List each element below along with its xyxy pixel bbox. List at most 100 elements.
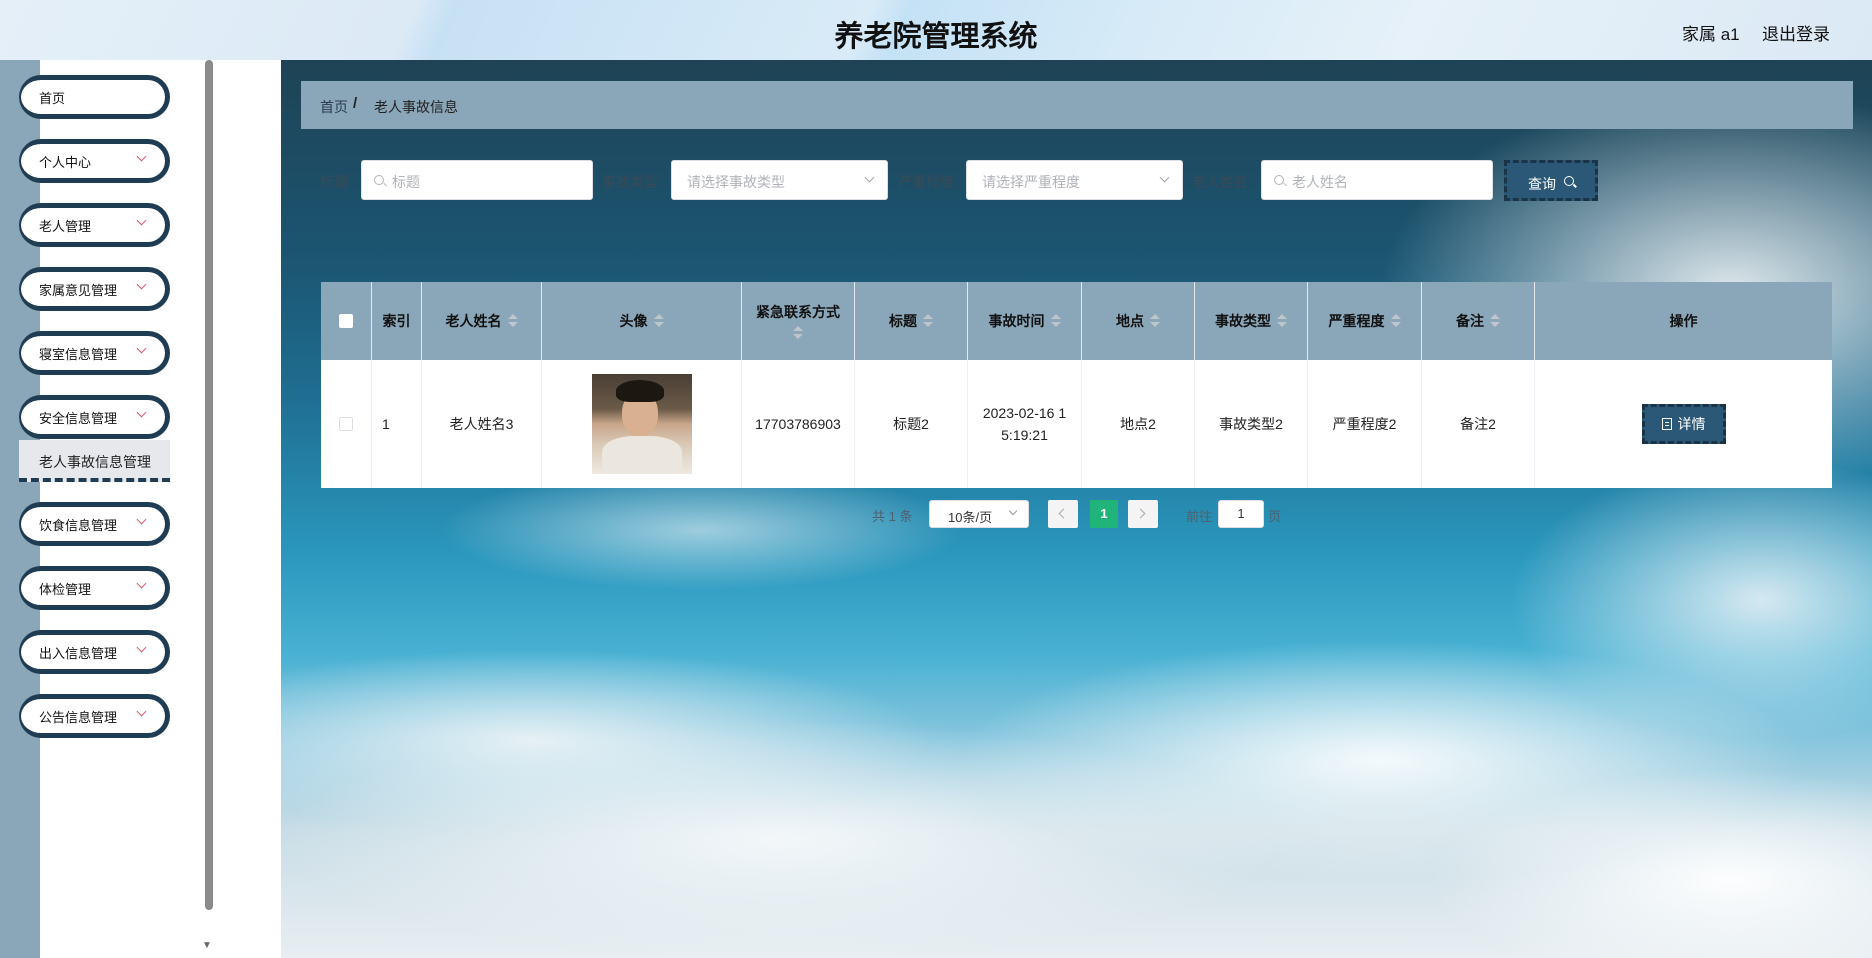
chevron-down-icon xyxy=(1008,506,1018,516)
search-icon xyxy=(374,175,384,185)
row-checkbox[interactable] xyxy=(339,417,353,431)
prev-page-button[interactable] xyxy=(1048,500,1078,528)
col-location[interactable]: 地点 xyxy=(1082,282,1195,360)
detail-button[interactable]: 详情 xyxy=(1641,404,1726,444)
sidebar-item-personal-center[interactable]: 个人中心 xyxy=(19,139,170,183)
col-type[interactable]: 事故类型 xyxy=(1195,282,1308,360)
logout-link[interactable]: 退出登录 xyxy=(1762,20,1830,45)
col-avatar[interactable]: 头像 xyxy=(542,282,742,360)
avatar[interactable] xyxy=(591,374,692,474)
col-severity[interactable]: 严重程度 xyxy=(1308,282,1422,360)
col-type-label: 事故类型 xyxy=(1215,313,1271,329)
sort-icon[interactable] xyxy=(923,314,933,328)
sidebar-item-diet-info[interactable]: 饮食信息管理 xyxy=(19,502,170,546)
sidebar-item-safety-info[interactable]: 安全信息管理 xyxy=(19,395,170,439)
sidebar-subitem-label: 老人事故信息管理 xyxy=(39,454,151,470)
breadcrumb-current: 老人事故信息 xyxy=(374,99,458,115)
title-search-input[interactable]: 标题 xyxy=(361,160,593,200)
cell-phone: 17703786903 xyxy=(742,360,855,488)
cell-time: 2023-02-16 15:19:21 xyxy=(968,360,1082,488)
col-remark[interactable]: 备注 xyxy=(1422,282,1535,360)
sidebar-item-checkup[interactable]: 体检管理 xyxy=(19,566,170,610)
chevron-down-icon xyxy=(136,642,147,653)
top-header: 养老院管理系统 家属 a1 退出登录 xyxy=(0,0,1872,60)
sort-icon[interactable] xyxy=(793,326,803,340)
cell-avatar xyxy=(542,360,742,488)
breadcrumb-separator: / xyxy=(353,95,358,112)
sidebar-item-label: 个人中心 xyxy=(39,154,92,170)
sidebar-item-label: 首页 xyxy=(39,90,66,106)
sidebar-item-label: 家属意见管理 xyxy=(39,282,118,298)
sidebar-subitem-accident-info[interactable]: 老人事故信息管理 xyxy=(19,440,170,482)
sidebar-scrollbar[interactable] xyxy=(205,60,213,910)
filter-name-label: 老人姓名 xyxy=(1192,174,1248,190)
scroll-down-icon[interactable]: ▼ xyxy=(202,940,212,951)
col-phone[interactable]: 紧急联系方式 xyxy=(742,282,855,360)
col-index: 索引 xyxy=(372,282,422,360)
select-all-checkbox[interactable] xyxy=(339,314,353,328)
severity-select[interactable]: 请选择严重程度 xyxy=(966,160,1183,200)
col-time[interactable]: 事故时间 xyxy=(968,282,1082,360)
col-avatar-label: 头像 xyxy=(619,313,648,329)
sidebar-item-label: 体检管理 xyxy=(39,581,92,597)
sidebar-item-family-feedback[interactable]: 家属意见管理 xyxy=(19,267,170,311)
col-title[interactable]: 标题 xyxy=(855,282,968,360)
sort-icon[interactable] xyxy=(653,314,664,328)
col-phone-label: 紧急联系方式 xyxy=(756,304,840,320)
sort-icon[interactable] xyxy=(1490,314,1500,328)
sidebar-item-notice-info[interactable]: 公告信息管理 xyxy=(19,694,170,738)
search-button-label: 查询 xyxy=(1528,176,1556,192)
sort-icon[interactable] xyxy=(1277,314,1287,328)
chevron-down-icon xyxy=(136,514,147,525)
name-input-placeholder: 老人姓名 xyxy=(1292,174,1348,190)
chevron-down-icon xyxy=(136,279,147,290)
sort-icon[interactable] xyxy=(1390,314,1401,328)
sidebar-item-home[interactable]: 首页 xyxy=(19,75,170,119)
filter-type-label: 事故类型 xyxy=(602,174,658,190)
cell-location: 地点2 xyxy=(1082,360,1195,488)
goto-page-input[interactable]: 1 xyxy=(1218,500,1264,528)
sidebar-item-label: 饮食信息管理 xyxy=(39,517,118,533)
goto-suffix: 页 xyxy=(1268,509,1282,524)
breadcrumb-home[interactable]: 首页 xyxy=(320,97,348,117)
pagination-total: 共 1 条 xyxy=(872,509,913,524)
sort-icon[interactable] xyxy=(1150,314,1160,328)
chevron-right-icon xyxy=(1135,508,1146,519)
chevron-down-icon xyxy=(136,407,147,418)
sidebar-item-label: 寝室信息管理 xyxy=(39,346,118,362)
col-remark-label: 备注 xyxy=(1456,313,1484,329)
col-time-label: 事故时间 xyxy=(988,313,1045,329)
page-size-select[interactable]: 10条/页 xyxy=(929,500,1029,528)
user-label: 家属 a1 xyxy=(1682,25,1740,44)
title-input-placeholder: 标题 xyxy=(392,174,420,190)
sort-icon[interactable] xyxy=(507,314,518,328)
page-number-active[interactable]: 1 xyxy=(1090,500,1118,528)
sort-icon[interactable] xyxy=(1050,314,1061,328)
next-page-button[interactable] xyxy=(1128,500,1158,528)
select-all-cell xyxy=(321,282,372,360)
col-title-label: 标题 xyxy=(889,313,917,329)
severity-select-placeholder: 请选择严重程度 xyxy=(982,174,1080,190)
sidebar-item-dorm-info[interactable]: 寝室信息管理 xyxy=(19,331,170,375)
col-action-label: 操作 xyxy=(1669,313,1698,329)
goto-label: 前往 xyxy=(1186,509,1213,524)
app-title: 养老院管理系统 xyxy=(834,21,1038,53)
accident-type-select[interactable]: 请选择事故类型 xyxy=(671,160,888,200)
sidebar-item-label: 公告信息管理 xyxy=(39,709,118,725)
sidebar-item-elder-management[interactable]: 老人管理 xyxy=(19,203,170,247)
col-severity-label: 严重程度 xyxy=(1328,313,1385,329)
filter-title-label: 标题 xyxy=(320,174,348,190)
search-button[interactable]: 查询 xyxy=(1504,160,1598,201)
accident-table: 索引 老人姓名 头像 紧急联系方式 标题 事故时间 地点 事故类型 严重程度 备… xyxy=(321,282,1832,488)
row-select-cell xyxy=(321,360,372,488)
elder-name-search-input[interactable]: 老人姓名 xyxy=(1261,160,1493,200)
breadcrumb: 首页 / 老人事故信息 xyxy=(301,81,1853,129)
document-icon xyxy=(1661,418,1672,430)
sidebar-item-access-info[interactable]: 出入信息管理 xyxy=(19,630,170,674)
chevron-down-icon xyxy=(136,215,147,226)
cell-type: 事故类型2 xyxy=(1195,360,1308,488)
col-name[interactable]: 老人姓名 xyxy=(422,282,542,360)
search-icon xyxy=(1564,176,1574,186)
sidebar-item-label: 出入信息管理 xyxy=(39,645,118,661)
cell-severity: 严重程度2 xyxy=(1308,360,1422,488)
